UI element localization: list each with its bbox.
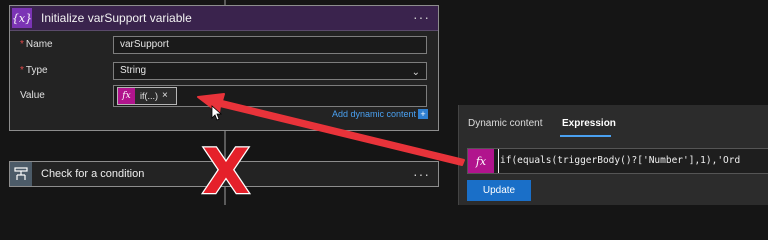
annotation-cross: X xyxy=(202,135,250,205)
annotation-overlay: X xyxy=(197,93,465,205)
